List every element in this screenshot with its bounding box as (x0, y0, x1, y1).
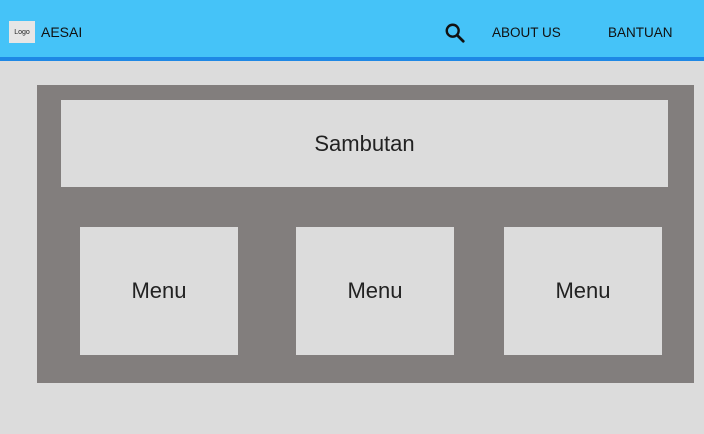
menu-tile-1[interactable]: Menu (80, 227, 238, 355)
nav-about-us[interactable]: ABOUT US (492, 25, 561, 40)
logo[interactable]: Logo (9, 21, 35, 43)
menu-tile-2[interactable]: Menu (296, 227, 454, 355)
nav-bantuan[interactable]: BANTUAN (608, 25, 673, 40)
app-name[interactable]: AESAI (41, 24, 82, 40)
menu-tile-3[interactable]: Menu (504, 227, 662, 355)
search-icon[interactable] (444, 22, 466, 44)
top-navbar: Logo AESAI ABOUT US BANTUAN (0, 0, 704, 61)
welcome-banner[interactable]: Sambutan (61, 100, 668, 187)
